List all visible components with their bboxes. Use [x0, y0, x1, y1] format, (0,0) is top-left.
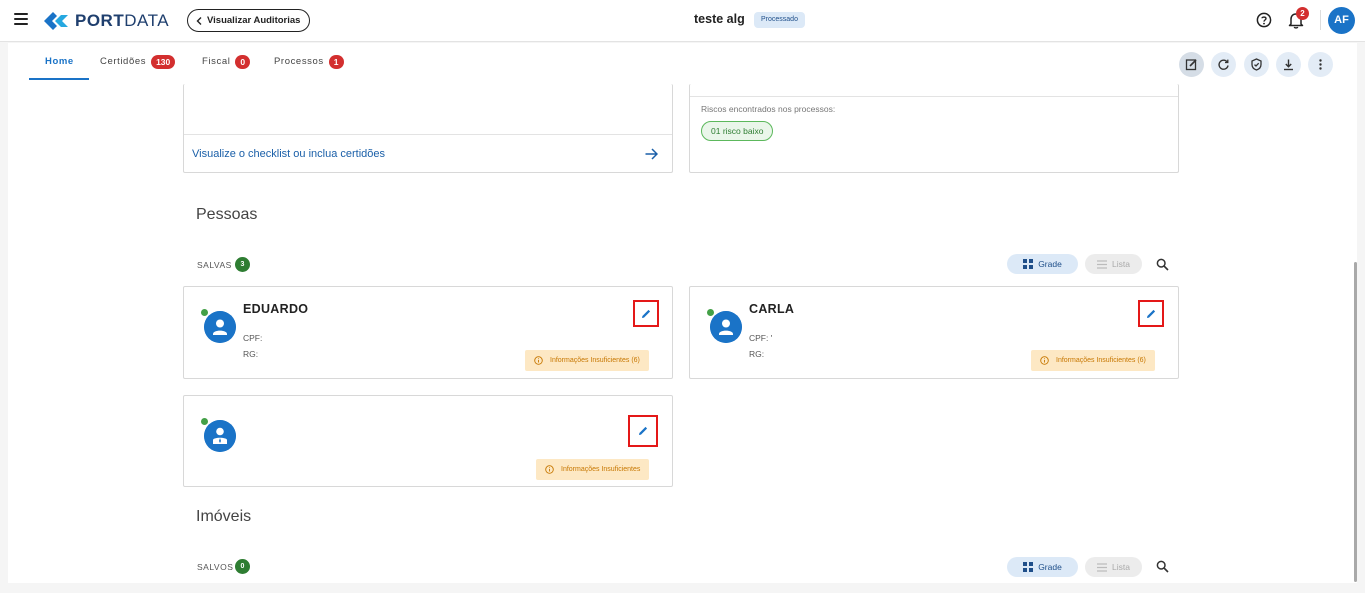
saved-properties-label: SALVOS [197, 562, 234, 572]
properties-grid-view-button[interactable]: Grade [1007, 557, 1078, 577]
insufficient-info-badge: Informações Insuficientes (6) [525, 350, 649, 371]
hamburger-menu-icon[interactable] [14, 13, 28, 25]
back-button-label: Visualizar Auditorias [207, 15, 301, 26]
info-circle-icon [534, 356, 543, 365]
tab-fiscal-badge: 0 [235, 54, 251, 69]
portdata-logo[interactable]: PORTDATA [44, 9, 169, 33]
logo-text: PORTDATA [75, 11, 170, 30]
properties-section-title: Imóveis [196, 508, 252, 525]
download-icon [1284, 59, 1293, 71]
list-view-label: Lista [1112, 259, 1130, 269]
refresh-icon [1218, 59, 1229, 70]
header-divider [1320, 10, 1321, 30]
pencil-icon [1147, 309, 1156, 318]
insufficient-info-badge: Informações Insuficientes [536, 459, 650, 480]
tab-bar: Home Certidões 130 Fiscal 0 Processos 1 [8, 43, 1357, 85]
tab-certidoes-badge: 130 [151, 54, 176, 69]
people-grid-view-button[interactable]: Grade [1007, 254, 1078, 274]
status-badge: Processado [754, 12, 805, 28]
people-section-title: Pessoas [196, 206, 258, 223]
properties-search-icon[interactable] [1156, 560, 1169, 573]
edit-audit-button[interactable] [1179, 52, 1204, 77]
risks-label: Riscos encontrados nos processos: [701, 104, 836, 114]
chevron-left-icon [196, 16, 202, 25]
insufficient-info-text: Informações Insuficientes (6) [1056, 357, 1146, 364]
risks-card: Riscos encontrados nos processos: 01 ris… [689, 84, 1179, 173]
edit-person-button[interactable] [1138, 300, 1164, 327]
person-rg: RG: [243, 349, 259, 359]
grid-view-label: Grade [1038, 259, 1062, 269]
checklist-link[interactable]: Visualize o checklist ou inclua certidõe… [184, 134, 672, 172]
risks-card-divider [690, 96, 1178, 97]
checklist-link-text: Visualize o checklist ou inclua certidõe… [192, 147, 386, 160]
pencil-icon [639, 426, 648, 435]
checklist-card: Visualize o checklist ou inclua certidõe… [183, 84, 673, 173]
user-avatar[interactable]: AF [1328, 7, 1355, 34]
grid-icon [1023, 259, 1034, 269]
info-circle-icon [1040, 356, 1049, 365]
online-status-indicator [707, 309, 714, 316]
risk-level-chip[interactable]: 01 risco baixo [701, 121, 774, 141]
more-vertical-icon [1319, 59, 1322, 70]
tab-processos-label: Processos [274, 56, 324, 67]
download-button[interactable] [1276, 52, 1301, 77]
portdata-logo-icon [44, 12, 68, 30]
insufficient-info-badge: Informações Insuficientes (6) [1031, 350, 1155, 371]
tab-processos[interactable]: Processos 1 [274, 43, 344, 80]
online-status-indicator [201, 418, 208, 425]
document-title: teste alg [694, 12, 745, 26]
person-rg: RG: [749, 349, 765, 359]
list-view-label: Lista [1112, 562, 1130, 572]
edit-person-button[interactable] [633, 300, 659, 327]
edit-note-icon [1185, 59, 1197, 71]
back-to-audits-button[interactable]: Visualizar Auditorias [187, 9, 311, 32]
pencil-icon [642, 309, 651, 318]
saved-properties-count: 0 [235, 559, 250, 574]
scrollbar-track[interactable] [1357, 85, 1365, 583]
person-card[interactable]: CARLA CPF: ' RG: Informações Insuficient… [689, 286, 1179, 379]
refresh-button[interactable] [1211, 52, 1236, 77]
scrollbar-thumb[interactable] [1354, 262, 1357, 582]
person-card[interactable]: Informações Insuficientes [183, 395, 673, 487]
online-status-indicator [201, 309, 208, 316]
people-search-icon[interactable] [1156, 258, 1169, 271]
list-icon [1097, 562, 1108, 572]
person-name: CARLA [749, 302, 795, 316]
help-icon[interactable] [1256, 12, 1272, 28]
list-icon [1097, 259, 1108, 269]
tab-processos-badge: 1 [328, 54, 344, 69]
business-person-avatar-icon [204, 420, 236, 452]
person-avatar-icon [710, 311, 742, 343]
edit-person-button[interactable] [628, 415, 658, 447]
person-name: EDUARDO [243, 302, 309, 316]
insufficient-info-text: Informações Insuficientes [561, 466, 641, 473]
tab-certidoes[interactable]: Certidões 130 [100, 43, 176, 80]
person-cpf: CPF: ' [749, 333, 773, 343]
people-list-view-button[interactable]: Lista [1085, 254, 1142, 274]
info-circle-icon [545, 465, 554, 474]
arrow-right-icon [645, 147, 658, 160]
more-options-button[interactable] [1308, 52, 1333, 77]
saved-people-count: 3 [235, 257, 250, 272]
person-cpf: CPF: [243, 333, 263, 343]
person-avatar-icon [204, 311, 236, 343]
tab-home-label: Home [45, 56, 74, 67]
grid-view-label: Grade [1038, 562, 1062, 572]
saved-people-label: SALVAS [197, 260, 232, 270]
main-content: Visualize o checklist ou inclua certidõe… [8, 84, 1357, 583]
tab-fiscal[interactable]: Fiscal 0 [202, 43, 251, 80]
properties-list-view-button[interactable]: Lista [1085, 557, 1142, 577]
tab-certidoes-label: Certidões [100, 56, 147, 67]
active-tab-indicator [29, 78, 89, 80]
insufficient-info-text: Informações Insuficientes (6) [550, 357, 640, 364]
top-bar: PORTDATA Visualizar Auditorias teste alg… [0, 0, 1365, 42]
shield-check-icon [1251, 58, 1262, 71]
tab-home[interactable]: Home [45, 43, 74, 80]
tab-fiscal-label: Fiscal [202, 56, 231, 67]
person-card[interactable]: EDUARDO CPF: RG: Informações Insuficient… [183, 286, 673, 379]
notification-count-badge: 2 [1296, 7, 1309, 20]
grid-icon [1023, 562, 1034, 572]
verify-button[interactable] [1244, 52, 1269, 77]
